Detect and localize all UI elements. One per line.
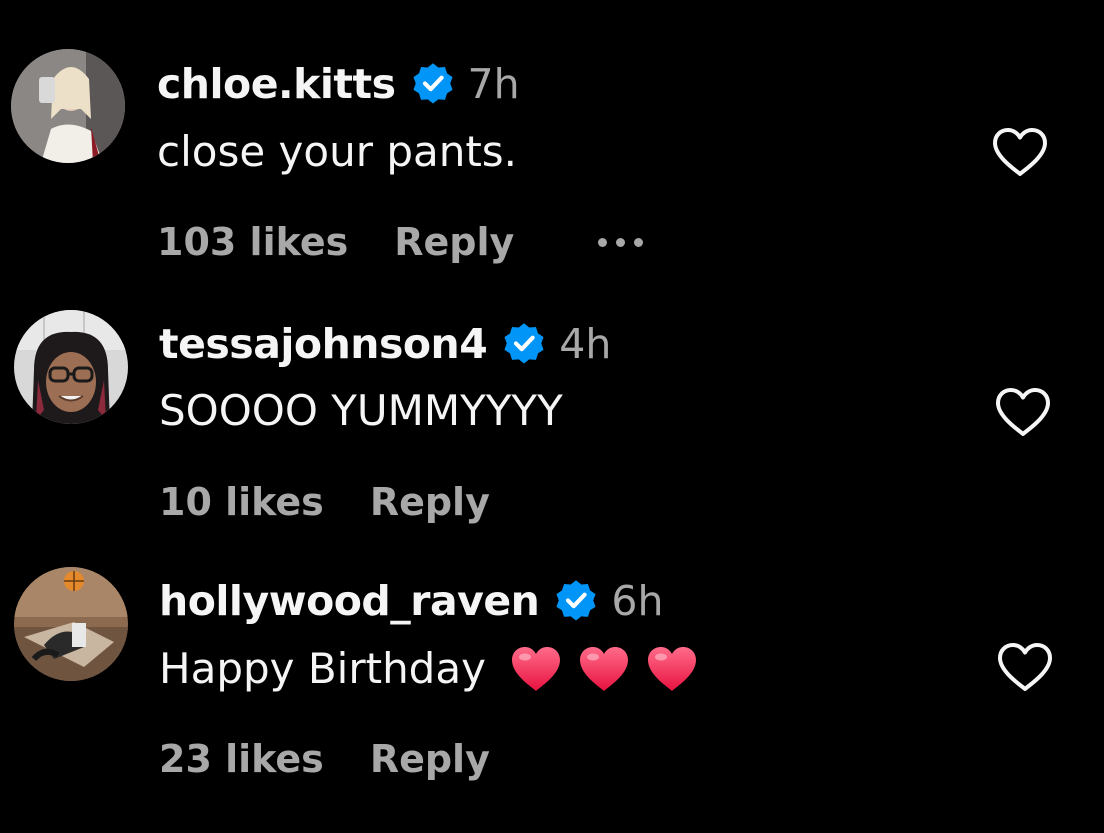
username-link[interactable]: tessajohnson4 xyxy=(159,320,488,368)
comment-item: tessajohnson4 4h SOOOO YUMMYYYY 10 likes… xyxy=(0,260,1104,524)
emoji-group xyxy=(510,645,714,693)
verified-badge-icon xyxy=(553,578,599,624)
comment-header: tessajohnson4 4h xyxy=(159,316,611,372)
avatar[interactable] xyxy=(11,49,125,163)
comment-header: chloe.kitts 7h xyxy=(157,56,520,112)
more-dot xyxy=(598,237,608,247)
red-heart-emoji xyxy=(646,645,698,693)
likes-count[interactable]: 23 likes xyxy=(159,737,324,781)
avatar[interactable] xyxy=(14,567,128,681)
comment-item: hollywood_raven 6h Happy Birthday 23 lik… xyxy=(0,517,1104,781)
timestamp[interactable]: 7h xyxy=(468,60,520,108)
heart-outline-icon[interactable] xyxy=(994,386,1052,438)
red-heart-emoji xyxy=(510,645,562,693)
timestamp[interactable]: 6h xyxy=(611,577,663,625)
more-options-icon[interactable] xyxy=(598,237,644,247)
verified-badge-icon xyxy=(410,61,456,107)
reply-button[interactable]: Reply xyxy=(394,220,514,264)
username-link[interactable]: chloe.kitts xyxy=(157,60,396,108)
comment-header: hollywood_raven 6h xyxy=(159,573,663,629)
comment-text: Happy Birthday xyxy=(159,641,714,697)
timestamp[interactable]: 4h xyxy=(559,320,611,368)
comment-text-content: Happy Birthday xyxy=(159,644,486,693)
username-link[interactable]: hollywood_raven xyxy=(159,577,540,625)
comment-text: close your pants. xyxy=(157,127,518,176)
heart-outline-icon[interactable] xyxy=(996,641,1054,693)
likes-count[interactable]: 103 likes xyxy=(157,220,348,264)
verified-badge-icon xyxy=(501,321,547,367)
avatar[interactable] xyxy=(14,310,128,424)
comment-item: chloe.kitts 7h close your pants. 103 lik… xyxy=(0,0,1104,264)
more-dot xyxy=(634,237,644,247)
red-heart-emoji xyxy=(578,645,630,693)
comment-footer: 23 likes Reply xyxy=(159,734,574,784)
reply-button[interactable]: Reply xyxy=(370,737,490,781)
comment-text: SOOOO YUMMYYYY xyxy=(159,386,563,435)
more-dot xyxy=(616,237,626,247)
heart-outline-icon[interactable] xyxy=(991,126,1049,178)
